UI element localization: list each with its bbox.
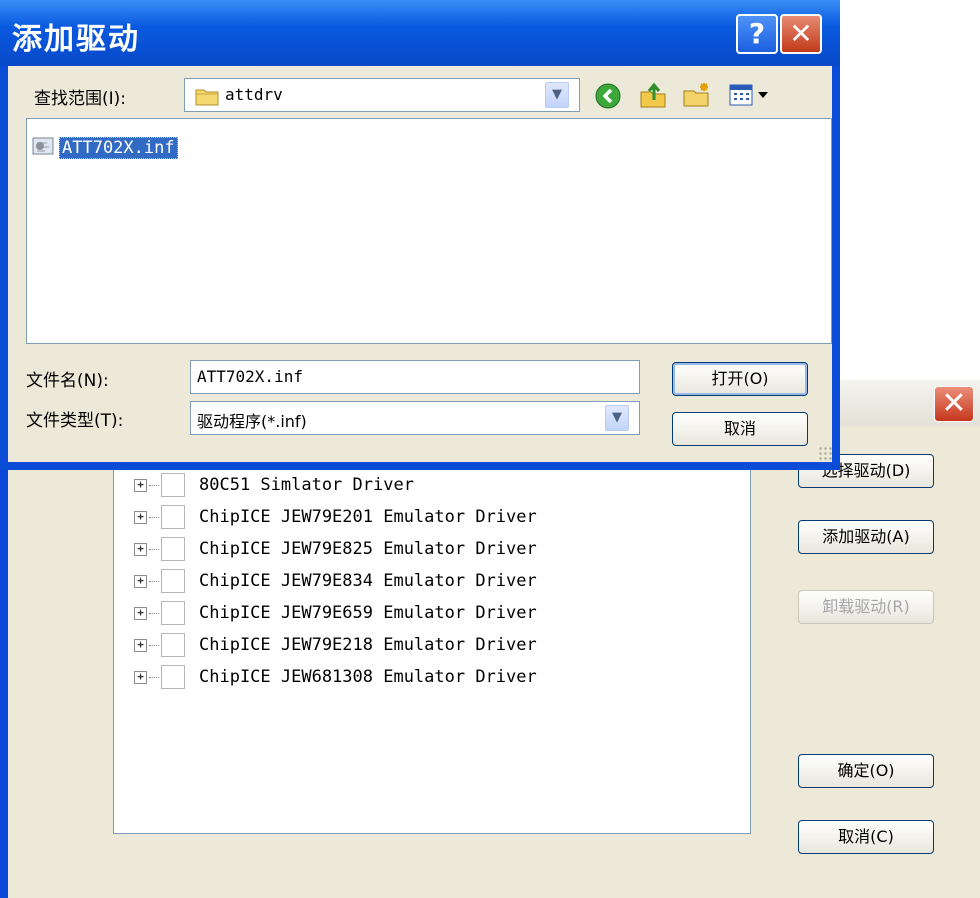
expand-icon[interactable]: +	[134, 670, 147, 684]
tree-connector	[149, 516, 159, 518]
tree-connector	[149, 676, 159, 678]
dialog-titlebar: 添加驱动 ? ✕	[0, 0, 840, 66]
tree-item[interactable]: +80C51 Simlator Driver	[134, 471, 414, 499]
tree-item-label: ChipICE JEW79E825 Emulator Driver	[199, 539, 537, 559]
new-folder-icon[interactable]	[682, 80, 712, 115]
tree-connector	[149, 580, 159, 582]
ok-button[interactable]: 确定(O)	[798, 754, 934, 788]
tree-connector	[149, 644, 159, 646]
tree-item[interactable]: + ChipICE JEW79E201 Emulator Driver	[134, 503, 537, 531]
expand-icon[interactable]: +	[134, 638, 147, 652]
back-icon[interactable]	[594, 82, 622, 115]
tree-item-label: ChipICE JEW79E201 Emulator Driver	[199, 507, 537, 527]
file-type-value: 驱动程序(*.inf)	[197, 412, 307, 431]
inf-file-icon	[31, 135, 57, 162]
open-button[interactable]: 打开(O)	[672, 362, 808, 396]
file-list[interactable]: ATT702X.inf	[26, 118, 832, 344]
tree-item-label: 80C51 Simlator Driver	[199, 475, 414, 495]
dialog-title: 添加驱动	[12, 22, 140, 57]
expand-icon[interactable]: +	[134, 606, 147, 620]
folder-icon	[195, 85, 219, 112]
tree-item[interactable]: + ChipICE JEW681308 Emulator Driver	[134, 663, 537, 691]
resize-grip[interactable]	[818, 446, 832, 460]
driver-manager-close-button[interactable]: ✕	[934, 386, 974, 422]
expand-icon[interactable]: +	[134, 542, 147, 556]
file-name-label: 文件名(N):	[26, 371, 109, 391]
tree-connector	[149, 548, 159, 550]
tree-item-label: ChipICE JEW681308 Emulator Driver	[199, 667, 537, 687]
add-driver-dialog: 添加驱动 ? ✕ 查找范围(I): attdrv ▼ ATT702X.inf 文…	[0, 0, 840, 470]
expand-icon[interactable]: +	[134, 574, 147, 588]
file-type-dropdown-arrow[interactable]: ▼	[605, 405, 629, 431]
file-item[interactable]: ATT702X.inf	[31, 133, 178, 163]
dialog-cancel-button[interactable]: 取消	[672, 412, 808, 446]
manager-cancel-button[interactable]: 取消(C)	[798, 820, 934, 854]
file-name-field[interactable]: ATT702X.inf	[190, 360, 640, 394]
driver-tree[interactable]: +Insight MD 8XC5X Family Emulator+80C51 …	[113, 450, 751, 834]
tree-item[interactable]: + ChipICE JEW79E825 Emulator Driver	[134, 535, 537, 563]
tree-item[interactable]: + ChipICE JEW79E218 Emulator Driver	[134, 631, 537, 659]
look-in-label: 查找范围(I):	[34, 89, 127, 109]
look-in-value: attdrv	[225, 85, 283, 104]
tree-item-label: ChipICE JEW79E834 Emulator Driver	[199, 571, 537, 591]
driver-checkbox[interactable]	[161, 601, 185, 625]
look-in-combo[interactable]: attdrv ▼	[184, 78, 580, 112]
driver-checkbox[interactable]	[161, 505, 185, 529]
driver-checkbox[interactable]	[161, 537, 185, 561]
tree-item[interactable]: + ChipICE JEW79E659 Emulator Driver	[134, 599, 537, 627]
tree-item-label: ChipICE JEW79E659 Emulator Driver	[199, 603, 537, 623]
driver-checkbox[interactable]	[161, 473, 185, 497]
tree-connector	[149, 484, 159, 486]
driver-checkbox[interactable]	[161, 633, 185, 657]
view-menu-icon[interactable]	[728, 82, 774, 113]
look-in-dropdown-arrow[interactable]: ▼	[545, 82, 569, 108]
add-driver-button[interactable]: 添加驱动(A)	[798, 520, 934, 554]
driver-checkbox[interactable]	[161, 569, 185, 593]
expand-icon[interactable]: +	[134, 478, 147, 492]
dialog-close-button[interactable]: ✕	[780, 14, 822, 54]
driver-checkbox[interactable]	[161, 665, 185, 689]
file-type-combo[interactable]: 驱动程序(*.inf) ▼	[190, 401, 640, 435]
file-type-label: 文件类型(T):	[26, 411, 124, 431]
up-folder-icon[interactable]	[638, 80, 668, 115]
help-button[interactable]: ?	[736, 14, 778, 54]
tree-connector	[149, 612, 159, 614]
tree-item-label: ChipICE JEW79E218 Emulator Driver	[199, 635, 537, 655]
unload-driver-button[interactable]: 卸载驱动(R)	[798, 590, 934, 624]
file-item-name: ATT702X.inf	[59, 137, 178, 159]
tree-item[interactable]: + ChipICE JEW79E834 Emulator Driver	[134, 567, 537, 595]
expand-icon[interactable]: +	[134, 510, 147, 524]
